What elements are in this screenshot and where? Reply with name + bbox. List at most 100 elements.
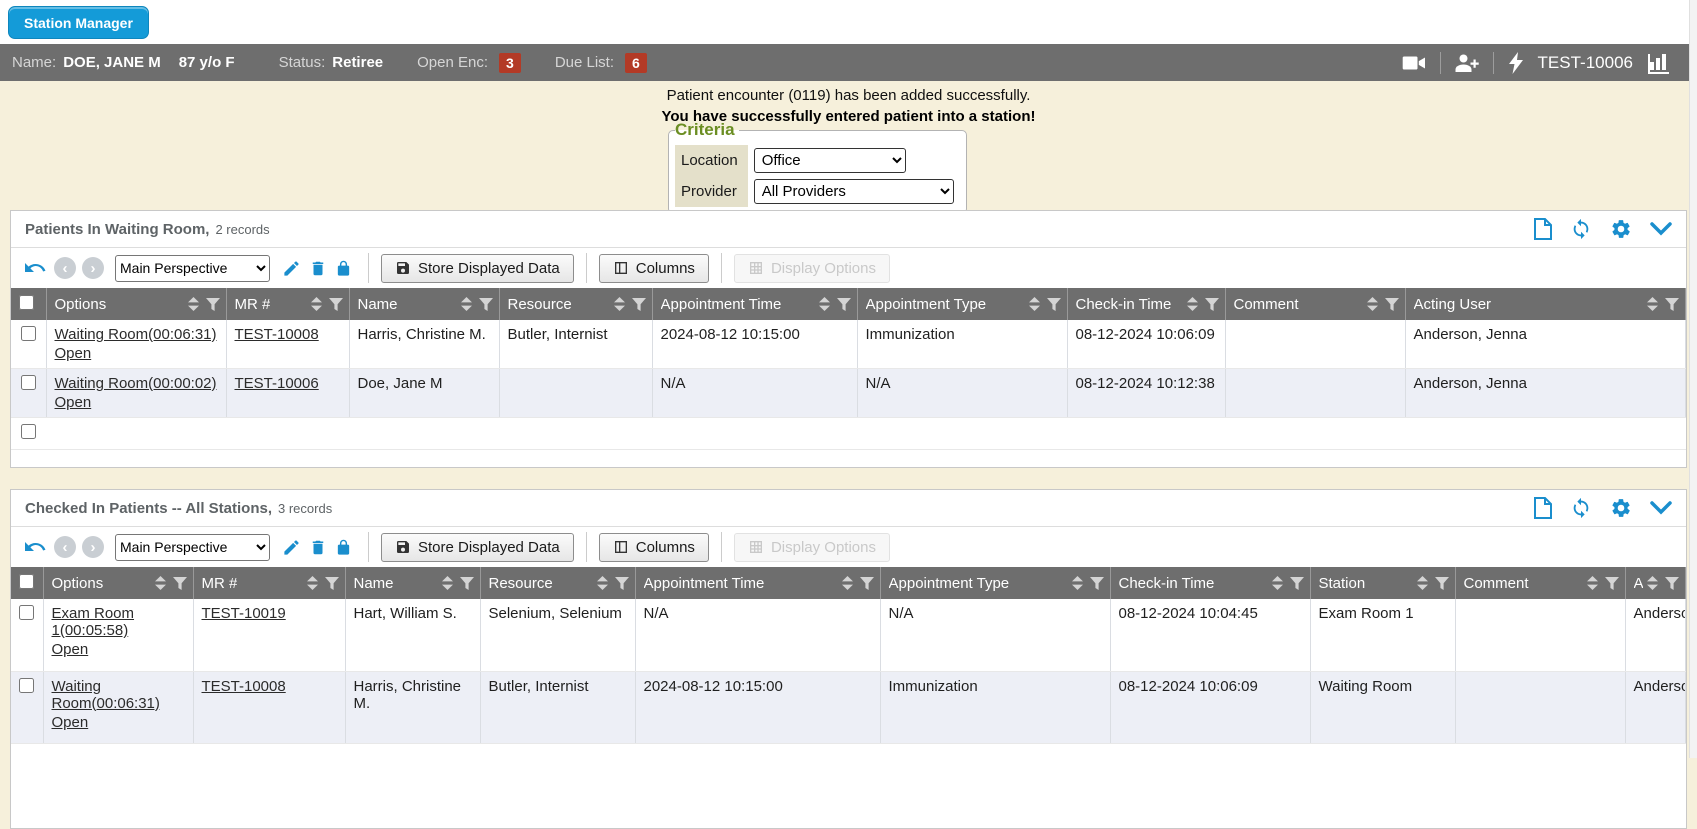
filter-icon[interactable] xyxy=(1290,577,1304,590)
edit-perspective-icon[interactable] xyxy=(282,259,301,278)
filter-icon[interactable] xyxy=(1385,298,1399,311)
video-camera-icon[interactable] xyxy=(1402,53,1426,73)
sort-icon[interactable] xyxy=(1072,576,1083,590)
columns-button[interactable]: Columns xyxy=(599,254,709,283)
column-header[interactable]: Options xyxy=(46,288,226,320)
columns-button[interactable]: Columns xyxy=(599,533,709,562)
sort-icon[interactable] xyxy=(842,576,853,590)
filter-icon[interactable] xyxy=(479,298,493,311)
mr-link[interactable]: TEST-10006 xyxy=(235,375,319,392)
filter-icon[interactable] xyxy=(206,298,220,311)
sort-icon[interactable] xyxy=(1647,576,1658,590)
perspective-select[interactable]: Main Perspective xyxy=(115,534,270,561)
sort-icon[interactable] xyxy=(442,576,453,590)
reset-perspective-icon[interactable] xyxy=(23,256,47,280)
column-header[interactable]: Resource xyxy=(480,567,635,599)
next-perspective-button[interactable]: › xyxy=(82,536,104,558)
sort-icon[interactable] xyxy=(311,297,322,311)
column-header[interactable]: Name xyxy=(345,567,480,599)
scrollbar[interactable] xyxy=(1689,0,1697,758)
collapse-chevron-icon[interactable] xyxy=(1650,501,1672,515)
column-header[interactable]: Options xyxy=(43,567,193,599)
next-perspective-button[interactable]: › xyxy=(82,257,104,279)
column-header[interactable]: Check-in Time xyxy=(1110,567,1310,599)
due-list-badge[interactable]: 6 xyxy=(625,53,647,73)
mr-link[interactable]: TEST-10019 xyxy=(202,605,286,622)
sort-icon[interactable] xyxy=(1367,297,1378,311)
filter-icon[interactable] xyxy=(615,577,629,590)
sort-icon[interactable] xyxy=(1647,297,1658,311)
filter-icon[interactable] xyxy=(837,298,851,311)
lock-perspective-icon[interactable] xyxy=(335,259,352,278)
filter-icon[interactable] xyxy=(1090,577,1104,590)
column-header[interactable]: Station xyxy=(1310,567,1455,599)
sort-icon[interactable] xyxy=(155,576,166,590)
column-header[interactable]: Name xyxy=(349,288,499,320)
sort-icon[interactable] xyxy=(1272,576,1283,590)
filter-icon[interactable] xyxy=(632,298,646,311)
column-header[interactable]: Check-in Time xyxy=(1067,288,1225,320)
column-header[interactable]: MR # xyxy=(226,288,349,320)
row-checkbox[interactable] xyxy=(21,326,36,341)
filter-icon[interactable] xyxy=(1435,577,1449,590)
delete-perspective-icon[interactable] xyxy=(309,538,327,557)
sort-icon[interactable] xyxy=(1417,576,1428,590)
sort-icon[interactable] xyxy=(307,576,318,590)
column-header[interactable]: Appointment Type xyxy=(880,567,1110,599)
store-displayed-data-button[interactable]: Store Displayed Data xyxy=(381,254,574,283)
filter-icon[interactable] xyxy=(460,577,474,590)
sort-icon[interactable] xyxy=(1587,576,1598,590)
filter-icon[interactable] xyxy=(173,577,187,590)
new-document-icon[interactable] xyxy=(1533,218,1552,240)
column-header[interactable]: Acting User xyxy=(1625,567,1686,599)
refresh-icon[interactable] xyxy=(1570,218,1592,240)
new-document-icon[interactable] xyxy=(1533,497,1552,519)
tab-station-manager[interactable]: Station Manager xyxy=(8,6,149,39)
perspective-select[interactable]: Main Perspective xyxy=(115,255,270,282)
gear-icon[interactable] xyxy=(1610,497,1632,519)
station-link[interactable]: Waiting Room(00:06:31) xyxy=(52,678,160,712)
sort-icon[interactable] xyxy=(597,576,608,590)
filter-icon[interactable] xyxy=(325,577,339,590)
station-link[interactable]: Waiting Room(00:06:31) xyxy=(55,326,217,343)
filter-icon[interactable] xyxy=(1665,298,1679,311)
edit-perspective-icon[interactable] xyxy=(282,538,301,557)
gear-icon[interactable] xyxy=(1610,218,1632,240)
filter-icon[interactable] xyxy=(1665,577,1679,590)
station-link[interactable]: Exam Room 1(00:05:58) xyxy=(52,605,135,639)
sort-icon[interactable] xyxy=(188,297,199,311)
delete-perspective-icon[interactable] xyxy=(309,259,327,278)
filter-icon[interactable] xyxy=(1047,298,1061,311)
select-all-checkbox[interactable] xyxy=(19,574,34,589)
mr-link[interactable]: TEST-10008 xyxy=(235,326,319,343)
open-link[interactable]: Open xyxy=(55,345,92,362)
station-link[interactable]: Waiting Room(00:00:02) xyxy=(55,375,217,392)
column-header[interactable]: Resource xyxy=(499,288,652,320)
select-all-checkbox[interactable] xyxy=(19,295,34,310)
column-header[interactable]: Comment xyxy=(1455,567,1625,599)
sort-icon[interactable] xyxy=(819,297,830,311)
location-select[interactable]: Office xyxy=(754,148,906,173)
filter-icon[interactable] xyxy=(1605,577,1619,590)
sort-icon[interactable] xyxy=(461,297,472,311)
column-header[interactable]: Appointment Type xyxy=(857,288,1067,320)
sort-icon[interactable] xyxy=(614,297,625,311)
column-header[interactable]: Appointment Time xyxy=(652,288,857,320)
lightning-icon[interactable] xyxy=(1508,52,1524,74)
reset-perspective-icon[interactable] xyxy=(23,535,47,559)
person-add-icon[interactable] xyxy=(1455,53,1479,73)
row-checkbox[interactable] xyxy=(19,678,34,693)
prev-perspective-button[interactable]: ‹ xyxy=(54,257,76,279)
bar-chart-icon[interactable] xyxy=(1647,52,1671,74)
provider-select[interactable]: All Providers xyxy=(754,179,954,204)
lock-perspective-icon[interactable] xyxy=(335,538,352,557)
open-link[interactable]: Open xyxy=(52,714,89,731)
collapse-chevron-icon[interactable] xyxy=(1650,222,1672,236)
column-header[interactable]: Acting User xyxy=(1405,288,1686,320)
filter-icon[interactable] xyxy=(860,577,874,590)
prev-perspective-button[interactable]: ‹ xyxy=(54,536,76,558)
open-link[interactable]: Open xyxy=(52,641,89,658)
row-checkbox[interactable] xyxy=(21,424,36,439)
sort-icon[interactable] xyxy=(1187,297,1198,311)
sort-icon[interactable] xyxy=(1029,297,1040,311)
